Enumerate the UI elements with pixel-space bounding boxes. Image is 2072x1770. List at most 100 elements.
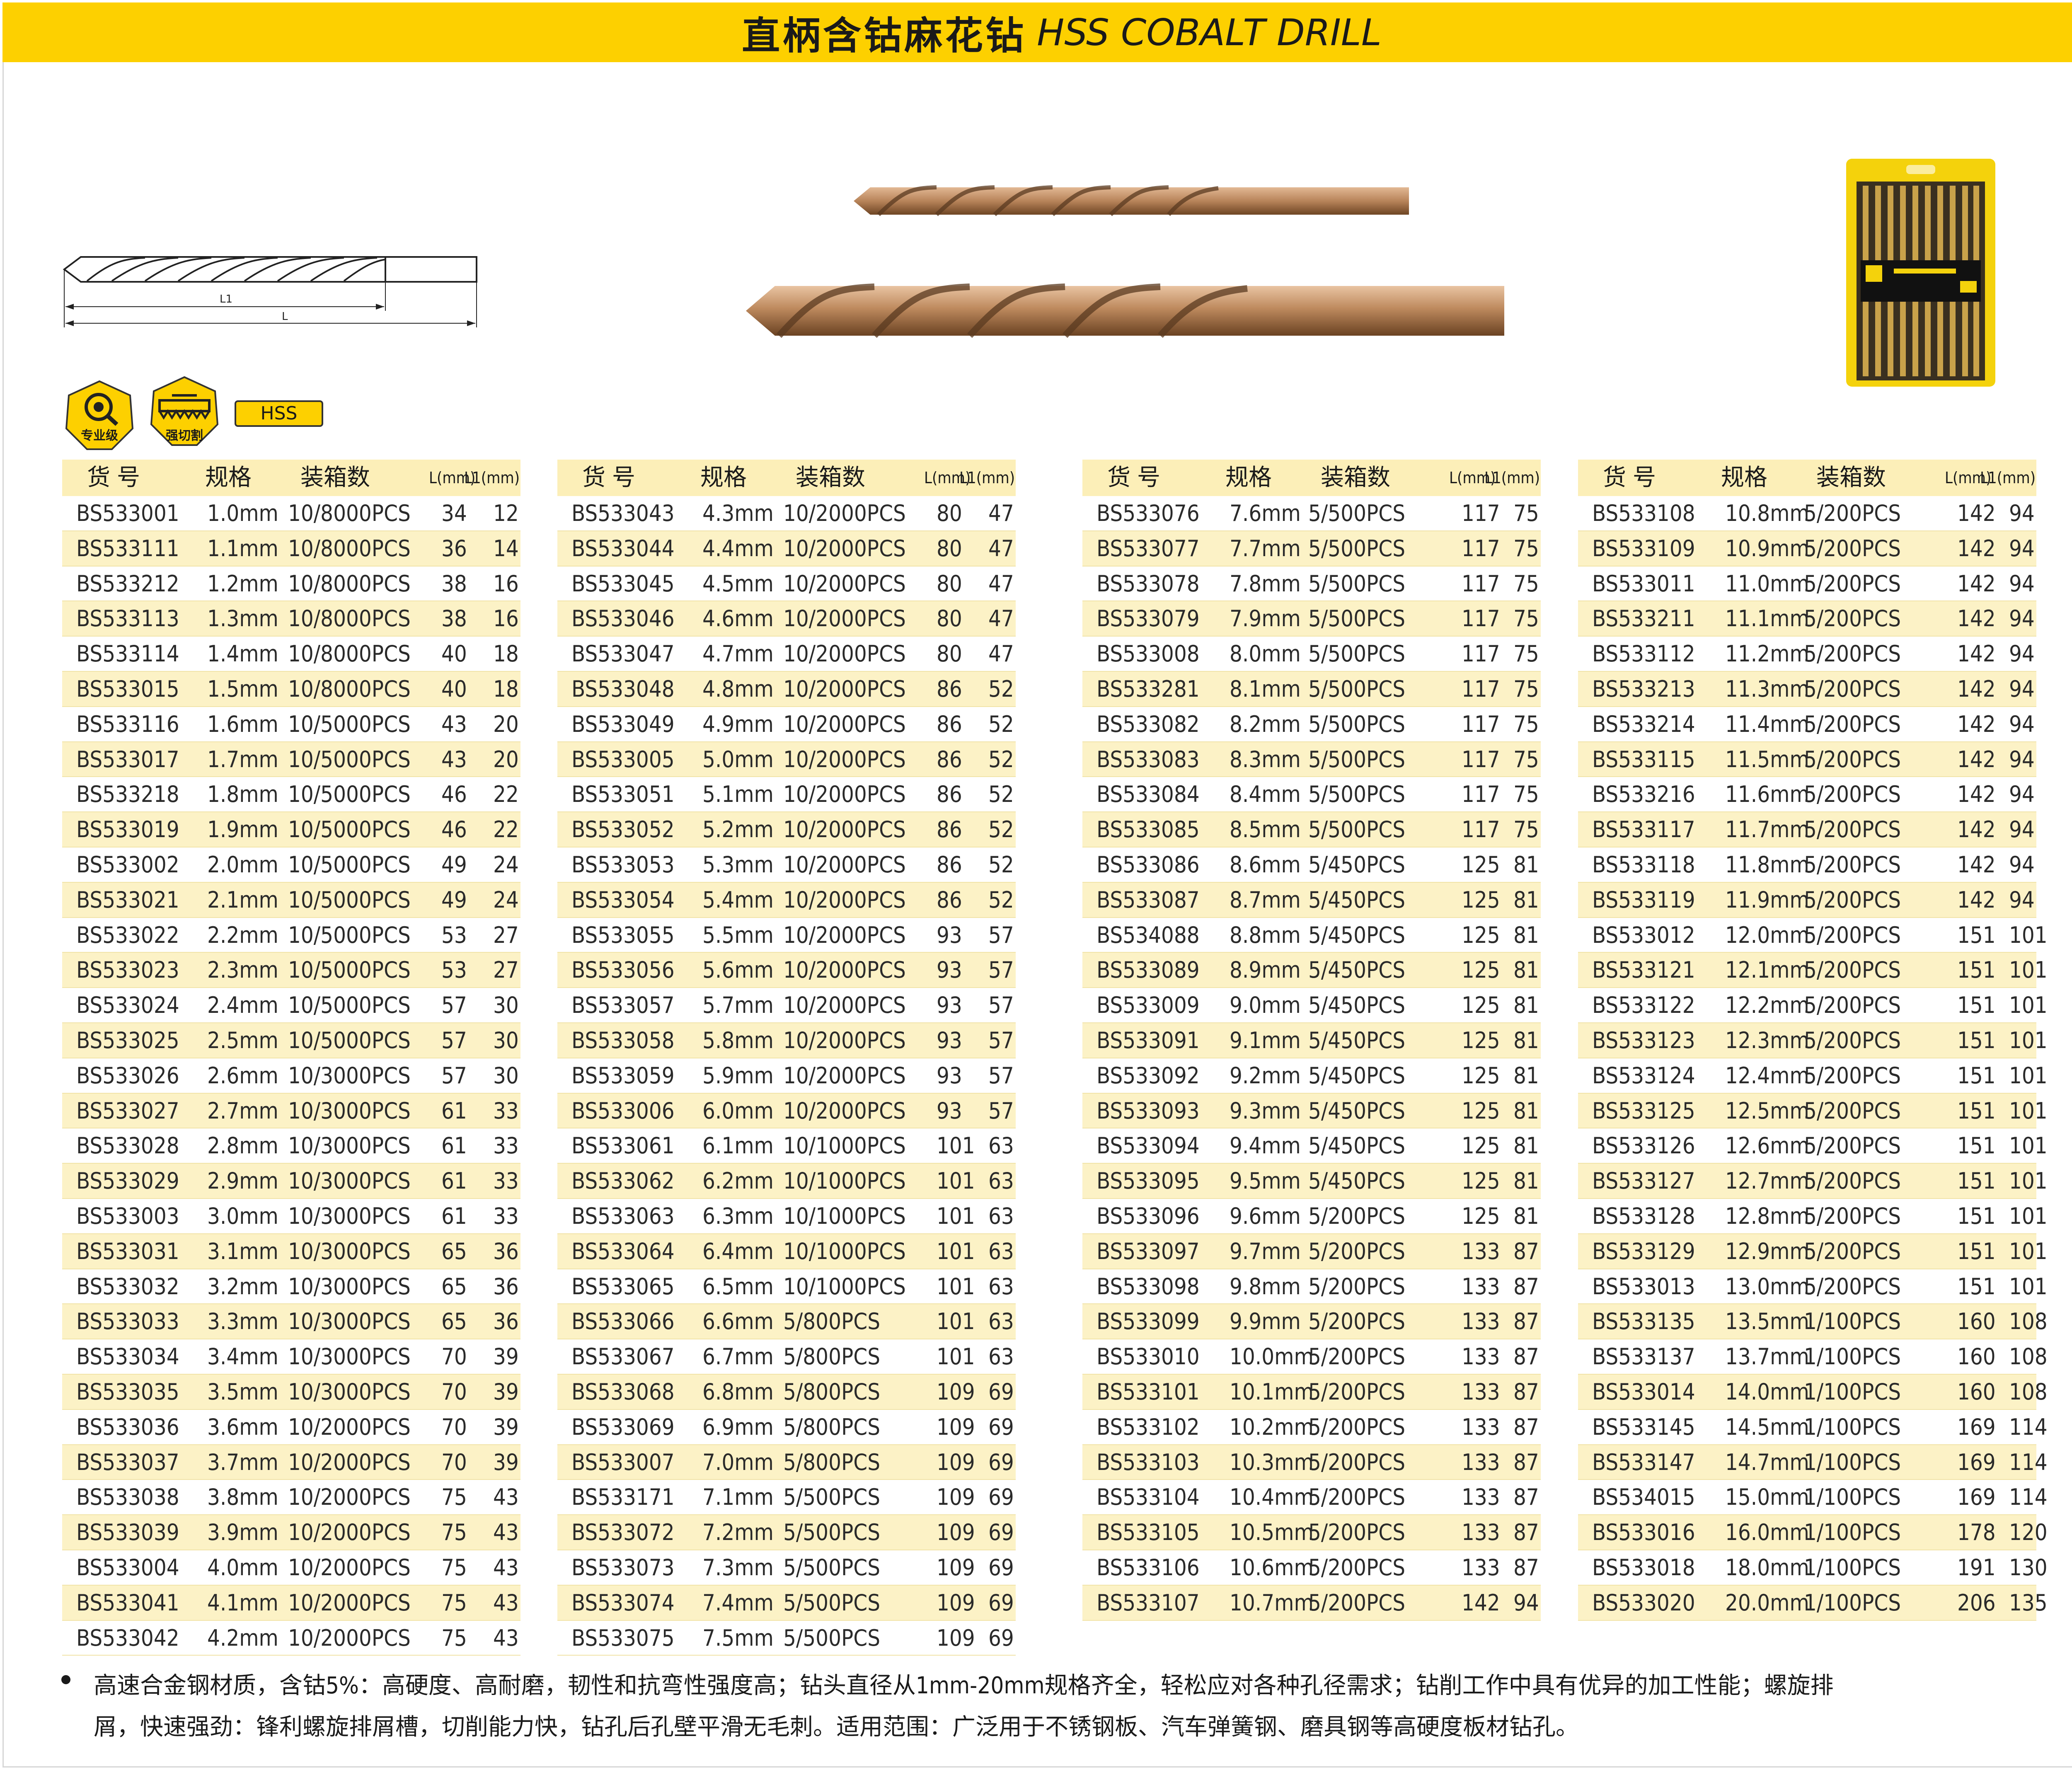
cell-spec: 12.0mm bbox=[1725, 922, 1809, 948]
cell-pack-qty: 10/2000PCS bbox=[783, 605, 906, 632]
table-row: BS533027 2.7mm 10/3000PCS 61 33 bbox=[62, 1093, 520, 1129]
table-row: BS533047 4.7mm 10/2000PCS 80 47 bbox=[557, 637, 1016, 672]
cell-product-code: BS533116 bbox=[76, 711, 179, 737]
cell-spec: 12.5mm bbox=[1725, 1097, 1809, 1124]
cell-spec: 13.7mm bbox=[1725, 1344, 1809, 1370]
table-row: BS533103 10.3mm 5/200PCS 133 87 bbox=[1082, 1445, 1541, 1480]
table-row: BS533216 11.6mm 5/200PCS 142 94 bbox=[1578, 777, 2036, 813]
cell-length-l: 133 bbox=[1462, 1449, 1500, 1475]
cell-spec: 1.6mm bbox=[207, 711, 278, 737]
cell-spec: 2.9mm bbox=[207, 1168, 278, 1194]
header-pack: 装箱数 bbox=[796, 464, 865, 491]
table-row: BS533082 8.2mm 5/500PCS 117 75 bbox=[1082, 707, 1541, 742]
cell-length-l1: 33 bbox=[493, 1203, 519, 1229]
cell-pack-qty: 5/200PCS bbox=[1308, 1238, 1406, 1264]
cell-length-l1: 69 bbox=[988, 1378, 1014, 1405]
cell-length-l: 125 bbox=[1462, 1133, 1500, 1159]
cell-spec: 1.9mm bbox=[207, 816, 278, 843]
cell-product-code: BS533013 bbox=[1592, 1273, 1695, 1300]
table-row: BS533061 6.1mm 10/1000PCS 101 63 bbox=[557, 1128, 1016, 1164]
cell-pack-qty: 5/500PCS bbox=[1308, 781, 1406, 808]
cell-length-l1: 30 bbox=[493, 1062, 519, 1089]
cell-length-l: 53 bbox=[441, 957, 467, 983]
cell-length-l1: 108 bbox=[2009, 1378, 2048, 1405]
cell-length-l: 101 bbox=[937, 1308, 975, 1335]
cell-length-l1: 18 bbox=[493, 641, 519, 667]
cell-product-code: BS533145 bbox=[1592, 1414, 1695, 1440]
cell-length-l: 191 bbox=[1957, 1554, 1996, 1581]
table-row: BS533128 12.8mm 5/200PCS 151 101 bbox=[1578, 1199, 2048, 1234]
table-row: BS533214 11.4mm 5/200PCS 142 94 bbox=[1578, 707, 2036, 742]
table-row: BS533032 3.2mm 10/3000PCS 65 36 bbox=[62, 1269, 520, 1305]
cell-length-l: 57 bbox=[441, 1027, 467, 1053]
cell-product-code: BS533112 bbox=[1592, 641, 1695, 667]
cell-spec: 9.1mm bbox=[1230, 1027, 1301, 1053]
table-row: BS533117 11.7mm 5/200PCS 142 94 bbox=[1578, 812, 2036, 847]
cell-length-l: 117 bbox=[1462, 605, 1500, 632]
table-row: BS533026 2.6mm 10/3000PCS 57 30 bbox=[62, 1058, 520, 1094]
cell-length-l: 133 bbox=[1462, 1273, 1500, 1300]
table-row: BS533004 4.0mm 10/2000PCS 75 43 bbox=[62, 1550, 520, 1586]
cell-length-l: 61 bbox=[441, 1133, 467, 1159]
cell-length-l: 86 bbox=[937, 886, 962, 913]
cell-length-l1: 75 bbox=[1513, 535, 1539, 562]
cell-length-l: 109 bbox=[937, 1589, 975, 1616]
cell-product-code: BS533095 bbox=[1097, 1168, 1200, 1194]
cell-pack-qty: 5/450PCS bbox=[1308, 957, 1406, 983]
table-row: BS533033 3.3mm 10/3000PCS 65 36 bbox=[62, 1304, 520, 1340]
table-row: BS533106 10.6mm 5/200PCS 133 87 bbox=[1082, 1550, 1541, 1586]
cell-length-l: 133 bbox=[1462, 1484, 1500, 1511]
cell-length-l1: 75 bbox=[1513, 641, 1539, 667]
cell-length-l1: 81 bbox=[1513, 1062, 1539, 1089]
cell-length-l: 178 bbox=[1957, 1519, 1996, 1546]
cell-product-code: BS533098 bbox=[1097, 1273, 1200, 1300]
cell-length-l: 93 bbox=[937, 1097, 962, 1124]
cell-length-l1: 81 bbox=[1513, 1027, 1539, 1053]
cell-length-l: 133 bbox=[1462, 1519, 1500, 1546]
table-row: BS533058 5.8mm 10/2000PCS 93 57 bbox=[557, 1023, 1016, 1058]
cell-spec: 6.0mm bbox=[702, 1097, 774, 1124]
cell-length-l: 142 bbox=[1957, 676, 1996, 702]
cell-length-l1: 22 bbox=[493, 816, 519, 843]
table-row: BS533069 6.9mm 5/800PCS 109 69 bbox=[557, 1410, 1016, 1445]
table-header: 货 号 规格 装箱数 L(mm) L1(mm) bbox=[1082, 460, 1541, 496]
cell-pack-qty: 5/500PCS bbox=[1308, 641, 1406, 667]
cell-length-l: 109 bbox=[937, 1484, 975, 1511]
product-description: 高速合金钢材质，含钴5%：高硬度、高耐磨，韧性和抗弯性强度高；钻头直径从1mm-… bbox=[62, 1665, 2060, 1748]
cell-product-code: BS533025 bbox=[76, 1027, 179, 1053]
cell-pack-qty: 5/200PCS bbox=[1804, 922, 1901, 948]
cell-pack-qty: 5/800PCS bbox=[783, 1308, 881, 1335]
cell-length-l1: 63 bbox=[988, 1203, 1014, 1229]
cell-length-l: 125 bbox=[1462, 1097, 1500, 1124]
cell-product-code: BS533137 bbox=[1592, 1344, 1695, 1370]
cell-length-l1: 33 bbox=[493, 1168, 519, 1194]
cell-pack-qty: 1/100PCS bbox=[1804, 1414, 1901, 1440]
cell-length-l1: 75 bbox=[1513, 781, 1539, 808]
header-code: 货 号 bbox=[1603, 464, 1656, 491]
cell-length-l1: 52 bbox=[988, 816, 1014, 843]
cell-length-l1: 57 bbox=[988, 1097, 1014, 1124]
cell-spec: 10.6mm bbox=[1230, 1554, 1314, 1581]
table-row: BS533011 11.0mm 5/200PCS 142 94 bbox=[1578, 567, 2036, 602]
cell-length-l: 151 bbox=[1957, 992, 1996, 1019]
table-row: BS533062 6.2mm 10/1000PCS 101 63 bbox=[557, 1164, 1016, 1199]
cell-length-l: 93 bbox=[937, 957, 962, 983]
cell-pack-qty: 10/1000PCS bbox=[783, 1273, 906, 1300]
cell-length-l1: 52 bbox=[988, 851, 1014, 878]
table-row: BS533054 5.4mm 10/2000PCS 86 52 bbox=[557, 882, 1016, 918]
table-row: BS533001 1.0mm 10/8000PCS 34 12 bbox=[62, 496, 520, 531]
cell-product-code: BS533006 bbox=[571, 1097, 675, 1124]
cell-length-l1: 18 bbox=[493, 676, 519, 702]
table-row: BS533147 14.7mm 1/100PCS 169 114 bbox=[1578, 1445, 2048, 1480]
table-row: BS533022 2.2mm 10/5000PCS 53 27 bbox=[62, 918, 520, 953]
header-l1: L1(mm) bbox=[959, 469, 1015, 487]
cell-length-l: 117 bbox=[1462, 676, 1500, 702]
cell-pack-qty: 5/200PCS bbox=[1804, 500, 1901, 526]
cell-spec: 12.2mm bbox=[1725, 992, 1809, 1019]
cell-pack-qty: 5/450PCS bbox=[1308, 992, 1406, 1019]
cell-product-code: BS533103 bbox=[1097, 1449, 1200, 1475]
cell-pack-qty: 5/500PCS bbox=[783, 1484, 881, 1511]
cell-length-l1: 120 bbox=[2009, 1519, 2048, 1546]
cell-length-l: 142 bbox=[1957, 781, 1996, 808]
cell-product-code: BS533115 bbox=[1592, 746, 1695, 772]
